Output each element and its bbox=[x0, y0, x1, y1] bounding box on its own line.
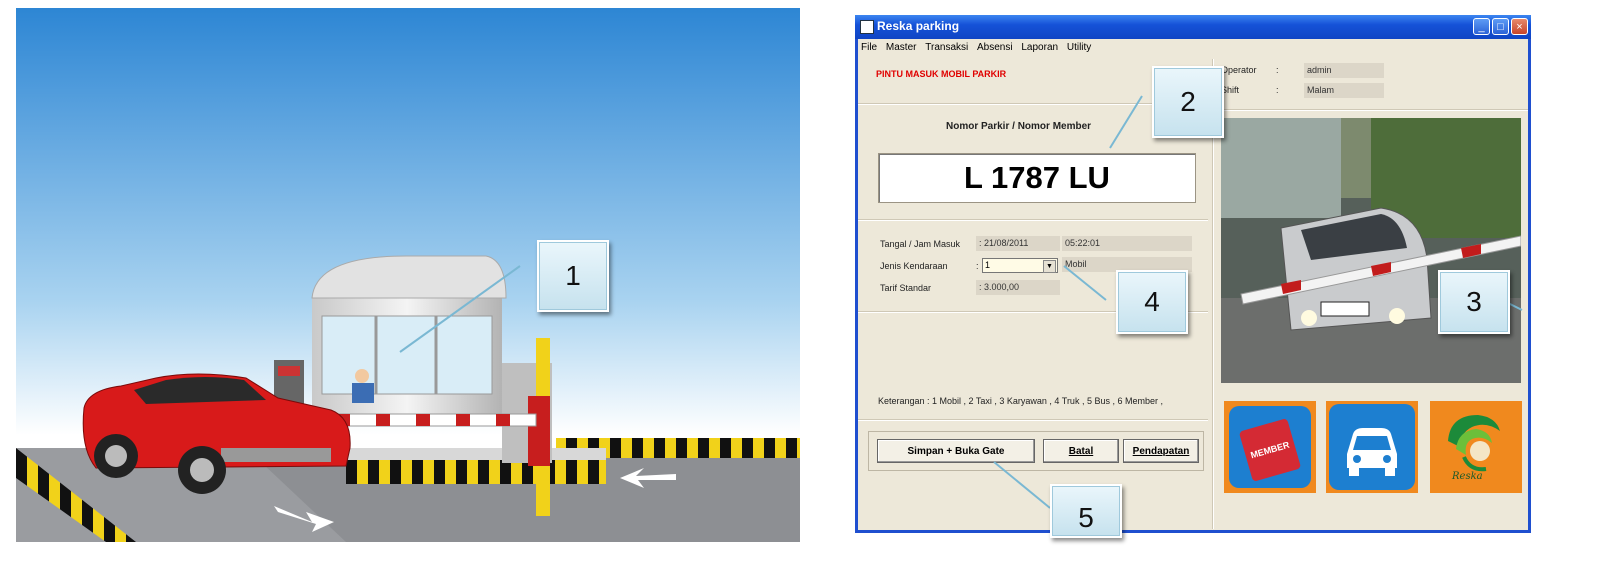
callout-4: 4 bbox=[1116, 270, 1188, 334]
callout-lines bbox=[993, 95, 1523, 509]
callout-3: 3 bbox=[1438, 270, 1510, 334]
callout-5: 5 bbox=[1050, 484, 1122, 538]
callout-2: 2 bbox=[1152, 66, 1224, 138]
